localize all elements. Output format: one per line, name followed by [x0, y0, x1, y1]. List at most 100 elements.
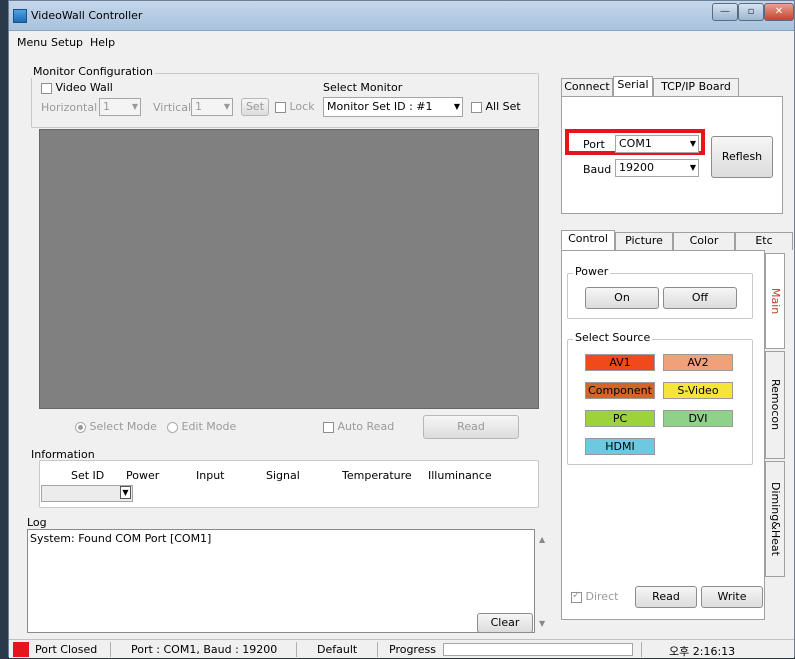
status-separator — [641, 642, 642, 657]
column-power: Power — [126, 468, 160, 482]
set-id-select[interactable]: ▼ — [41, 485, 133, 502]
source-av2-button[interactable]: AV2 — [663, 354, 733, 371]
menu-bar: Menu Setup Help — [9, 32, 794, 54]
direct-label: Direct — [585, 590, 619, 603]
information-header-row: Set ID Power Input Signal Temperature Il… — [45, 466, 535, 484]
log-scrollbar[interactable]: ▲ ▼ — [537, 529, 551, 633]
clear-button[interactable]: Clear — [477, 613, 533, 633]
log-label: Log — [27, 516, 47, 529]
power-off-button[interactable]: Off — [663, 287, 737, 309]
side-tab-remocon[interactable]: Remocon — [765, 351, 785, 459]
baud-value: 19200 — [619, 161, 654, 174]
scroll-down-icon[interactable]: ▼ — [539, 619, 545, 628]
port-value: COM1 — [619, 137, 652, 150]
edit-mode-radio-dot[interactable] — [167, 421, 178, 433]
window-title: VideoWall Controller — [31, 9, 143, 22]
all-set-label: All Set — [485, 100, 521, 113]
read-button[interactable]: Read — [423, 415, 519, 439]
chevron-down-icon: ▼ — [453, 102, 460, 111]
source-dvi-button[interactable]: DVI — [663, 410, 733, 427]
power-label: Power — [573, 265, 611, 278]
all-set-check-box[interactable] — [471, 101, 482, 113]
chevron-down-icon: ▼ — [223, 102, 230, 111]
status-bar: Port Closed Port : COM1, Baud : 19200 De… — [9, 639, 794, 658]
tab-color[interactable]: Color — [673, 232, 735, 250]
select-mode-label: Select Mode — [89, 420, 157, 433]
port-info-text: Port : COM1, Baud : 19200 — [131, 643, 278, 656]
auto-read-check-box[interactable] — [323, 421, 334, 433]
mode-text: Default — [317, 643, 358, 656]
source-label: Select Source — [573, 331, 653, 344]
video-wall-display[interactable] — [39, 129, 539, 409]
status-separator — [110, 642, 111, 657]
log-textarea[interactable]: System: Found COM Port [COM1] — [27, 529, 535, 633]
tab-control[interactable]: Control — [561, 230, 615, 250]
scroll-up-icon[interactable]: ▲ — [539, 535, 545, 544]
status-separator — [296, 642, 297, 657]
direct-check-box[interactable] — [571, 590, 582, 603]
port-select[interactable]: COM1 ▼ — [615, 135, 699, 153]
video-wall-check-box[interactable] — [41, 82, 52, 94]
control-read-button[interactable]: Read — [635, 586, 697, 608]
chevron-down-icon: ▼ — [689, 139, 696, 148]
direct-checkbox[interactable]: Direct — [571, 590, 618, 603]
status-separator — [377, 642, 378, 657]
log-text: System: Found COM Port [COM1] — [30, 532, 212, 545]
maximize-button[interactable]: ▫ — [738, 3, 764, 21]
lock-label: Lock — [289, 100, 315, 113]
source-svideo-button[interactable]: S-Video — [663, 382, 733, 399]
close-button[interactable]: ✕ — [764, 3, 794, 21]
video-wall-label: Video Wall — [55, 81, 113, 94]
all-set-checkbox[interactable]: All Set — [471, 100, 521, 113]
tab-tcpip-board[interactable]: TCP/IP Board — [653, 78, 739, 96]
source-component-button[interactable]: Component — [585, 382, 655, 399]
menu-item-setup[interactable]: Setup — [51, 36, 83, 49]
source-hdmi-button[interactable]: HDMI — [585, 438, 655, 455]
tab-etc[interactable]: Etc — [735, 232, 793, 250]
source-pc-button[interactable]: PC — [585, 410, 655, 427]
side-tab-diming-heat[interactable]: Diming&Heat — [765, 461, 785, 577]
horizontal-label: Horizontal — [41, 101, 98, 114]
lock-checkbox[interactable]: Lock — [275, 100, 315, 113]
information-table: Set ID Power Input Signal Temperature Il… — [45, 466, 535, 484]
menu-item-menu[interactable]: Menu — [17, 36, 47, 49]
auto-read-checkbox[interactable]: Auto Read — [323, 420, 394, 433]
horizontal-select[interactable]: 1 ▼ — [99, 98, 141, 116]
side-tab-main[interactable]: Main — [765, 253, 785, 349]
edit-mode-label: Edit Mode — [181, 420, 237, 433]
power-on-button[interactable]: On — [585, 287, 659, 309]
set-button[interactable]: Set — [241, 98, 269, 116]
lock-check-box[interactable] — [275, 101, 286, 113]
select-mode-radio[interactable]: Select Mode — [75, 420, 157, 433]
control-write-button[interactable]: Write — [701, 586, 763, 608]
minimize-button[interactable]: — — [712, 3, 738, 21]
baud-label: Baud — [583, 163, 612, 176]
source-av1-button[interactable]: AV1 — [585, 354, 655, 371]
vertical-select[interactable]: 1 ▼ — [191, 98, 233, 116]
app-icon — [13, 9, 27, 23]
monitor-config-label: Monitor Configuration — [31, 65, 155, 78]
chevron-down-icon: ▼ — [131, 102, 138, 111]
tab-connect[interactable]: Connect — [561, 78, 613, 96]
baud-select[interactable]: 19200 ▼ — [615, 159, 699, 177]
menu-item-help[interactable]: Help — [90, 36, 115, 49]
monitor-value: Monitor Set ID : #1 — [327, 100, 433, 113]
column-input: Input — [196, 468, 225, 482]
select-mode-radio-dot[interactable] — [75, 421, 86, 433]
progress-label: Progress — [389, 643, 436, 656]
tab-picture[interactable]: Picture — [615, 232, 673, 250]
monitor-select[interactable]: Monitor Set ID : #1 ▼ — [323, 97, 463, 117]
port-state-text: Port Closed — [35, 643, 98, 656]
tab-serial[interactable]: Serial — [613, 76, 653, 96]
select-monitor-label: Select Monitor — [323, 81, 403, 94]
chevron-down-icon[interactable]: ▼ — [120, 486, 131, 499]
column-signal: Signal — [266, 468, 300, 482]
column-illuminance: Illuminance — [428, 468, 492, 482]
refresh-button[interactable]: Reflesh — [711, 136, 773, 178]
auto-read-label: Auto Read — [337, 420, 395, 433]
horizontal-value: 1 — [103, 100, 110, 113]
port-status-indicator — [13, 642, 29, 657]
vertical-label: Virtical — [153, 101, 192, 114]
edit-mode-radio[interactable]: Edit Mode — [167, 420, 236, 433]
video-wall-checkbox[interactable]: Video Wall — [41, 81, 113, 94]
